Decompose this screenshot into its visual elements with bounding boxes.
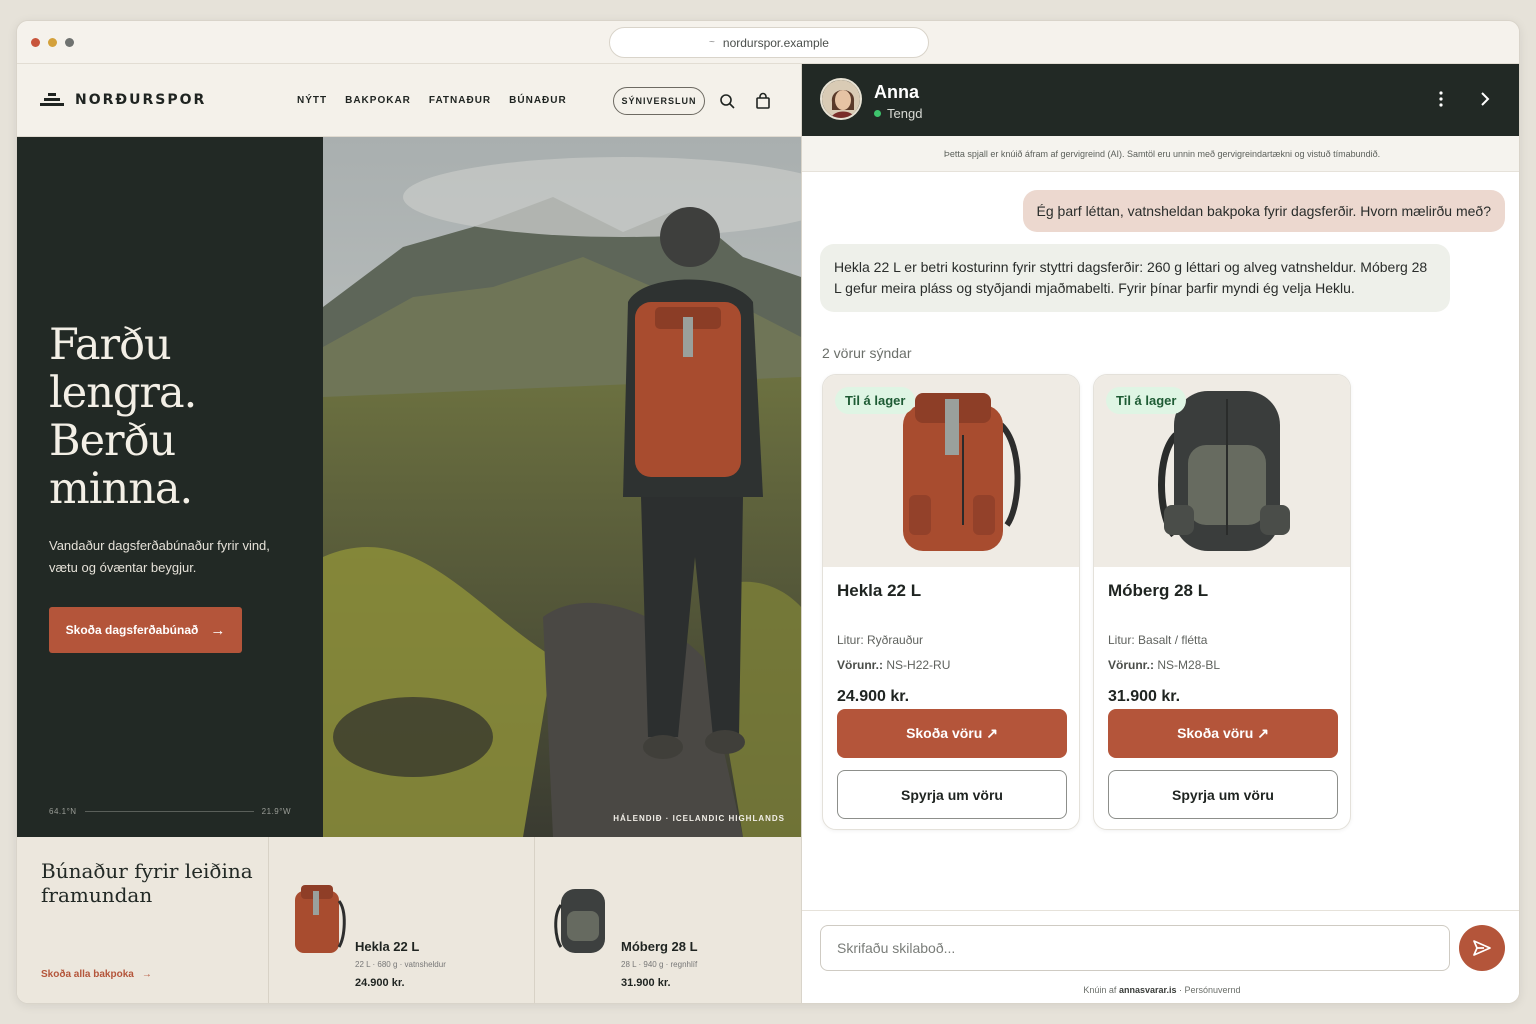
coordinates: 64.1°N 21.9°W: [49, 807, 291, 816]
agent-name: Anna: [874, 82, 919, 102]
agent-status: Tengd: [874, 106, 922, 121]
user-message: Ég þarf léttan, vatnsheldan bakpoka fyri…: [1022, 190, 1505, 232]
product-image: Til á lager: [823, 375, 1079, 567]
hero-image: HÁLENDIÐ · ICELANDIC HIGHLANDS: [323, 137, 801, 837]
product-price: 24.900 kr.: [837, 688, 910, 705]
footer-separator: ·: [1179, 985, 1183, 995]
site-icon: ~: [709, 37, 715, 48]
agent-status-text: Tengd: [887, 106, 923, 121]
ask-about-product-button[interactable]: Spyrja um vöru: [1108, 770, 1338, 819]
bot-message: Hekla 22 L er betri kosturinn fyrir styt…: [820, 244, 1450, 312]
strip-product-spec: 22 L · 680 g · vatnsheldur: [355, 960, 446, 969]
product-card-hekla: Til á lager Hekla 22 L Litur: Ryðrauður …: [822, 374, 1080, 830]
view-all-backpacks-link[interactable]: Skoða alla bakpoka →: [41, 969, 152, 980]
latitude: 64.1°N: [49, 807, 77, 816]
message-composer: Knúin af annasvarar.is · Persónuvernd: [802, 910, 1519, 1003]
main-nav: NÝTT BAKPOKAR FATNAÐUR BÚNAÐUR: [297, 95, 567, 106]
red-backpack-thumbnail: [295, 885, 346, 953]
product-image: Til á lager: [1094, 375, 1350, 567]
nav-item-gear[interactable]: BÚNAÐUR: [509, 95, 567, 106]
hero-subtitle: Vandaður dagsferðabúnaður fyrir vind, væ…: [49, 538, 270, 575]
view-product-button[interactable]: Skoða vöru ↗: [1108, 709, 1338, 758]
product-card-moberg: Til á lager Móberg 28 L Litur: Basalt / …: [1093, 374, 1351, 830]
longitude: 21.9°W: [261, 807, 291, 816]
url-text: nordurspor.example: [722, 35, 829, 50]
product-sku: Vörunr.: NS-H22-RU: [837, 658, 950, 672]
message-input[interactable]: [820, 925, 1450, 971]
shopping-bag-icon[interactable]: [754, 92, 772, 110]
strip-product-price: 31.900 kr.: [621, 977, 671, 989]
browser-window: ~ nordurspor.example NORÐURSPOR NÝTT BAK…: [16, 20, 1520, 1004]
collapse-chevron-icon[interactable]: [1474, 88, 1496, 110]
sku-value: NS-M28-BL: [1157, 658, 1221, 672]
address-bar[interactable]: ~ nordurspor.example: [609, 27, 929, 58]
strip-product-spec: 28 L · 940 g · regnhlíf: [621, 960, 698, 969]
mountain-logo-icon: [40, 93, 64, 106]
strip-product-name: Hekla 22 L: [355, 939, 420, 954]
nav-item-clothing[interactable]: FATNAÐUR: [429, 95, 491, 106]
arrow-right-icon: →: [210, 621, 226, 639]
more-options-icon[interactable]: [1430, 88, 1452, 110]
strip-product-moberg[interactable]: Móberg 28 L 28 L · 940 g · regnhlíf 31.9…: [535, 837, 801, 1003]
privacy-link[interactable]: Persónuvernd: [1185, 985, 1241, 995]
browser-titlebar: ~ nordurspor.example: [17, 21, 1519, 64]
in-stock-badge: Til á lager: [1106, 387, 1187, 414]
store-page: NORÐURSPOR NÝTT BAKPOKAR FATNAÐUR BÚNAÐU…: [17, 64, 801, 1003]
product-color: Litur: Basalt / flétta: [1108, 633, 1208, 647]
grey-backpack-thumbnail: [554, 889, 605, 953]
nav-item-backpacks[interactable]: BAKPOKAR: [345, 95, 411, 106]
strip-product-name: Móberg 28 L: [621, 939, 698, 954]
chat-panel: Anna Tengd Þetta spjall er knúið áfram a…: [801, 64, 1519, 1003]
product-sku: Vörunr.: NS-M28-BL: [1108, 658, 1220, 672]
product-strip: Búnaður fyrir leiðina framundan Skoða al…: [17, 837, 801, 1003]
brand-name: NORÐURSPOR: [75, 92, 207, 108]
view-product-button[interactable]: Skoða vöru ↗: [837, 709, 1067, 758]
footer-brand-link[interactable]: annasvarar.is: [1119, 985, 1177, 995]
sku-label: Vörunr.:: [1108, 658, 1155, 672]
products-shown-count: 2 vörur sýndar: [822, 345, 912, 361]
hero-caption: HÁLENDIÐ · ICELANDIC HIGHLANDS: [613, 814, 785, 823]
strip-title: Búnaður fyrir leiðina framundan: [41, 859, 253, 907]
send-icon: [1473, 940, 1491, 956]
strip-intro: Búnaður fyrir leiðina framundan Skoða al…: [17, 837, 269, 1003]
view-all-label: Skoða alla bakpoka: [41, 969, 134, 980]
store-logo[interactable]: NORÐURSPOR: [39, 92, 206, 108]
close-window-dot[interactable]: [31, 38, 40, 47]
arrow-right-icon: →: [141, 969, 152, 980]
send-button[interactable]: [1459, 925, 1505, 971]
avatar: [820, 78, 862, 120]
coords-divider: [84, 811, 254, 812]
sku-label: Vörunr.:: [837, 658, 884, 672]
chat-header: Anna Tengd: [802, 64, 1519, 136]
highland-hiker-illustration: [323, 137, 801, 837]
product-color: Litur: Ryðrauður: [837, 633, 924, 647]
product-price: 31.900 kr.: [1108, 688, 1181, 705]
online-status-dot: [874, 110, 881, 117]
hero-panel: Farðu lengra. Berðu minna. Vandaður dags…: [17, 137, 323, 837]
powered-by-note: Knúin af annasvarar.is · Persónuvernd: [802, 985, 1519, 995]
footer-prefix: Knúin af: [1083, 985, 1117, 995]
hero-cta-button[interactable]: Skoða dagsferðabúnað →: [49, 607, 242, 653]
in-stock-badge: Til á lager: [835, 387, 916, 414]
search-icon[interactable]: [718, 92, 736, 110]
showroom-button[interactable]: SÝNIVERSLUN: [613, 87, 705, 115]
maximize-window-dot[interactable]: [65, 38, 74, 47]
ai-disclaimer: Þetta spjall er knúið áfram af gervigrei…: [802, 136, 1519, 172]
nav-item-new[interactable]: NÝTT: [297, 95, 327, 106]
hero-title: Farðu lengra. Berðu minna.: [49, 320, 197, 514]
sku-value: NS-H22-RU: [886, 658, 951, 672]
store-header: NORÐURSPOR NÝTT BAKPOKAR FATNAÐUR BÚNAÐU…: [17, 64, 801, 137]
product-name: Móberg 28 L: [1108, 581, 1209, 600]
strip-product-hekla[interactable]: Hekla 22 L 22 L · 680 g · vatnsheldur 24…: [269, 837, 535, 1003]
hero-cta-label: Skoða dagsferðabúnað: [65, 623, 199, 637]
strip-product-price: 24.900 kr.: [355, 977, 405, 989]
product-name: Hekla 22 L: [837, 581, 922, 600]
ask-about-product-button[interactable]: Spyrja um vöru: [837, 770, 1067, 819]
minimize-window-dot[interactable]: [48, 38, 57, 47]
